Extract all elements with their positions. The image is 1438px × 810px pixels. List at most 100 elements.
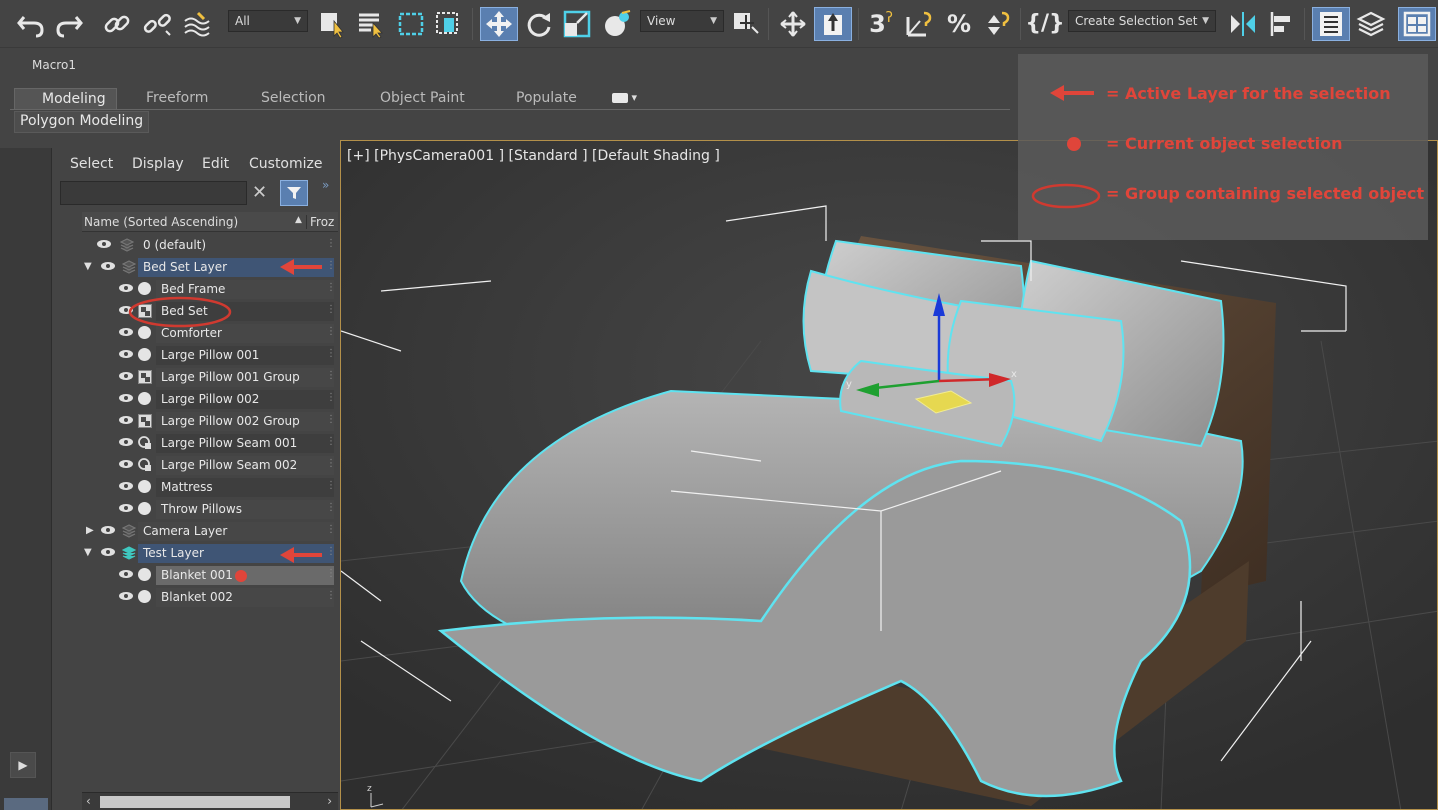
tree-row[interactable]: Large Pillow 002 Group ⋮	[82, 410, 338, 432]
window-crossing-icon[interactable]	[432, 7, 466, 41]
link-icon[interactable]	[100, 7, 134, 41]
undo-icon[interactable]	[14, 7, 48, 41]
spinner-snap-icon[interactable]	[980, 7, 1014, 41]
tree-row[interactable]: Large Pillow 001 ⋮	[82, 344, 338, 366]
angle-snap-icon[interactable]	[902, 7, 936, 41]
tab-modeling[interactable]: Modeling	[14, 88, 117, 110]
named-selection-icon[interactable]: {/}	[1025, 7, 1064, 41]
menu-customize[interactable]: Customize	[249, 156, 323, 172]
horizontal-scrollbar[interactable]: ‹ ›	[82, 792, 338, 810]
redo-icon[interactable]	[52, 7, 86, 41]
ribbon-options-dropdown[interactable]: ▾	[612, 91, 637, 104]
visibility-eye-icon[interactable]	[118, 569, 134, 579]
visibility-eye-icon[interactable]	[118, 415, 134, 425]
viewport-label[interactable]: [+] [PhysCamera001 ] [Standard ] [Defaul…	[347, 148, 720, 164]
tree-row[interactable]: Bed Set ⋮	[82, 300, 338, 322]
filter-toggle-button[interactable]	[280, 180, 308, 206]
visibility-eye-icon[interactable]	[118, 305, 134, 315]
tree-row[interactable]: ▶ Camera Layer ⋮	[82, 520, 338, 542]
menu-select[interactable]: Select	[70, 156, 113, 172]
rect-selection-icon[interactable]	[394, 7, 428, 41]
toggle-layer-explorer-icon[interactable]	[1354, 7, 1388, 41]
column-frozen-header[interactable]: Froz	[306, 215, 334, 229]
active-layer-icon	[122, 546, 136, 560]
tree-row[interactable]: Blanket 001 ⋮	[82, 564, 338, 586]
visibility-eye-icon[interactable]	[118, 371, 134, 381]
tree-row[interactable]: Mattress ⋮	[82, 476, 338, 498]
expand-triangle-icon[interactable]: ▶	[86, 525, 94, 536]
percent-snap-icon[interactable]: %	[942, 7, 976, 41]
percent-glyph: %	[946, 10, 972, 38]
bind-space-warp-icon[interactable]	[180, 7, 214, 41]
polygon-modeling-panel[interactable]: Polygon Modeling	[14, 111, 150, 133]
toggle-ribbon-icon[interactable]	[1398, 7, 1436, 41]
move-icon[interactable]	[480, 7, 518, 41]
mirror-icon[interactable]	[1226, 7, 1260, 41]
reference-coordinate-dropdown[interactable]: View ▼	[640, 10, 724, 32]
visibility-eye-icon[interactable]	[118, 459, 134, 469]
expand-panel-icon[interactable]: »	[322, 178, 329, 192]
align-icon[interactable]	[1264, 7, 1298, 41]
tab-selection[interactable]: Selection	[253, 88, 334, 110]
toggle-scene-explorer-icon[interactable]	[1312, 7, 1350, 41]
viewport-perspective[interactable]: y x z [+] [PhysCamera001 ] [Standard ] […	[340, 140, 1438, 810]
column-name-header[interactable]: Name (Sorted Ascending)	[84, 215, 238, 229]
scale-icon[interactable]	[560, 7, 594, 41]
tree-row-label: Large Pillow 001 Group	[161, 370, 300, 384]
visibility-eye-icon[interactable]	[118, 481, 134, 491]
keyboard-shortcut-icon[interactable]	[814, 7, 852, 41]
menu-display[interactable]: Display	[132, 156, 184, 172]
visibility-eye-icon[interactable]	[118, 503, 134, 513]
selection-set-value: Create Selection Set	[1075, 14, 1198, 28]
visibility-eye-icon[interactable]	[118, 349, 134, 359]
tab-object-paint[interactable]: Object Paint	[372, 88, 473, 110]
tree-row[interactable]: 0 (default) ⋮	[82, 234, 338, 256]
collapse-triangle-icon[interactable]: ▼	[84, 547, 92, 558]
unlink-icon[interactable]	[140, 7, 174, 41]
pivot-icon[interactable]	[730, 7, 764, 41]
scroll-left-icon[interactable]: ‹	[86, 794, 91, 808]
visibility-eye-icon[interactable]	[118, 591, 134, 601]
snap-3d-icon[interactable]: 3ʔ	[864, 7, 898, 41]
macro-label[interactable]: Macro1	[32, 58, 76, 72]
tree-row[interactable]: Comforter ⋮	[82, 322, 338, 344]
visibility-eye-icon[interactable]	[118, 327, 134, 337]
visibility-eye-icon[interactable]	[118, 437, 134, 447]
rotate-icon[interactable]	[522, 7, 556, 41]
explorer-search-input[interactable]	[60, 181, 247, 205]
tree-row[interactable]: Large Pillow 001 Group ⋮	[82, 366, 338, 388]
tab-populate[interactable]: Populate	[508, 88, 585, 110]
menu-edit[interactable]: Edit	[202, 156, 229, 172]
clear-search-icon[interactable]: ✕	[252, 182, 267, 203]
tree-row[interactable]: Large Pillow Seam 001 ⋮	[82, 432, 338, 454]
scroll-right-icon[interactable]: ›	[327, 794, 332, 808]
tree-row[interactable]: Large Pillow Seam 002 ⋮	[82, 454, 338, 476]
placement-icon[interactable]	[600, 7, 634, 41]
create-selection-set-dropdown[interactable]: Create Selection Set ▼	[1068, 10, 1216, 32]
play-icon[interactable]: ▶	[10, 752, 36, 778]
tree-row[interactable]: Large Pillow 002 ⋮	[82, 388, 338, 410]
tree-row[interactable]: Blanket 002 ⋮	[82, 586, 338, 608]
manipulate-icon[interactable]	[776, 7, 810, 41]
column-header[interactable]: Name (Sorted Ascending) ▲ Froz	[82, 212, 338, 232]
tab-freeform[interactable]: Freeform	[138, 88, 216, 110]
tree-row[interactable]: ▼ Test Layer ⋮	[82, 542, 338, 564]
tree-row[interactable]: ▼ Bed Set Layer ⋮	[82, 256, 338, 278]
row-handle: ⋮	[326, 436, 336, 447]
tree-row[interactable]: Bed Frame ⋮	[82, 278, 338, 300]
visibility-eye-icon[interactable]	[118, 283, 134, 293]
visibility-eye-icon[interactable]	[100, 525, 116, 535]
selection-filter-dropdown[interactable]: All ▼	[228, 10, 308, 32]
select-object-icon[interactable]	[316, 7, 350, 41]
tree-row[interactable]: Throw Pillows ⋮	[82, 498, 338, 520]
status-tab[interactable]	[4, 798, 48, 810]
scrollbar-thumb[interactable]	[100, 796, 290, 808]
select-by-name-icon[interactable]	[354, 7, 388, 41]
visibility-eye-icon[interactable]	[96, 239, 112, 249]
row-handle: ⋮	[326, 568, 336, 579]
gizmo-y-label: y	[846, 379, 852, 390]
visibility-eye-icon[interactable]	[100, 261, 116, 271]
collapse-triangle-icon[interactable]: ▼	[84, 261, 92, 272]
visibility-eye-icon[interactable]	[100, 547, 116, 557]
visibility-eye-icon[interactable]	[118, 393, 134, 403]
